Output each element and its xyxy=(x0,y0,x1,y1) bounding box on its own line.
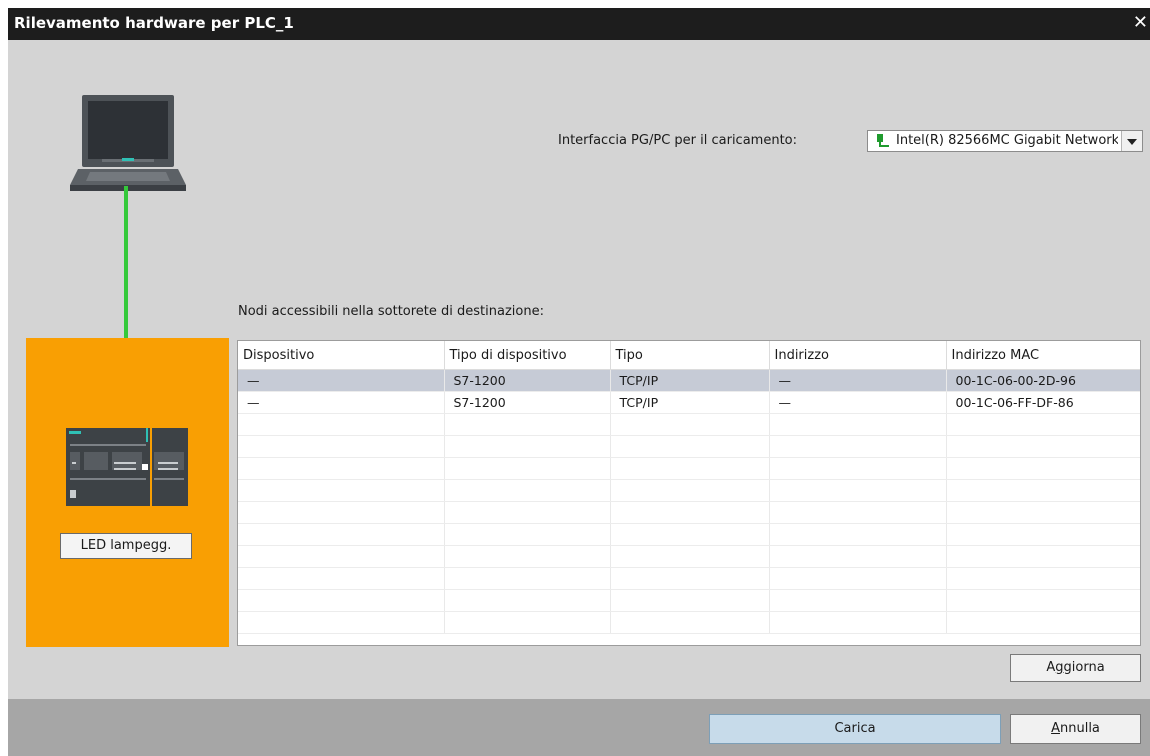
table-row-empty xyxy=(238,435,1140,458)
column-header-mac-address[interactable]: Indirizzo MAC xyxy=(946,341,1140,370)
table-row-empty xyxy=(238,479,1140,502)
accessible-nodes-table: Dispositivo Tipo di dispositivo Tipo Ind… xyxy=(237,340,1141,646)
column-header-device[interactable]: Dispositivo xyxy=(238,341,445,370)
pg-pc-interface-select[interactable]: Intel(R) 82566MC Gigabit Network Connect… xyxy=(867,130,1143,152)
title-bar: Rilevamento hardware per PLC_1 ✕ xyxy=(8,8,1150,40)
table-row-empty xyxy=(238,567,1140,590)
cell-address: — xyxy=(769,369,947,392)
refresh-label-part: A xyxy=(1046,660,1056,675)
network-adapter-icon xyxy=(877,134,889,147)
cell-device-type: S7-1200 xyxy=(444,369,611,392)
flash-led-button[interactable]: LED lampegg. xyxy=(60,533,192,559)
cell-address: — xyxy=(769,391,947,414)
cell-mac-address: 00-1C-06-00-2D-96 xyxy=(946,369,1140,392)
cell-type: TCP/IP xyxy=(610,369,770,392)
cell-device: — xyxy=(238,369,445,392)
load-button[interactable]: Carica xyxy=(709,714,1001,744)
table-row-empty xyxy=(238,611,1140,634)
table-row-empty xyxy=(238,457,1140,480)
cell-device: — xyxy=(238,391,445,414)
column-header-device-type[interactable]: Tipo di dispositivo xyxy=(444,341,611,370)
laptop-icon xyxy=(70,95,186,191)
pg-pc-interface-value: Intel(R) 82566MC Gigabit Network Connect… xyxy=(896,133,1118,148)
cancel-button[interactable]: Annulla xyxy=(1010,714,1141,744)
column-header-address[interactable]: Indirizzo xyxy=(769,341,947,370)
refresh-label-part: giorna xyxy=(1063,660,1105,675)
table-row-empty xyxy=(238,589,1140,612)
dialog-title: Rilevamento hardware per PLC_1 xyxy=(14,14,294,32)
cell-device-type: S7-1200 xyxy=(444,391,611,414)
cancel-accelerator-key: A xyxy=(1051,721,1060,736)
table-row-empty xyxy=(238,523,1140,546)
target-device-panel: LED lampegg. xyxy=(26,338,229,647)
table-row-empty xyxy=(238,501,1140,524)
refresh-button[interactable]: Aggiorna xyxy=(1010,654,1141,682)
table-row[interactable]: — S7-1200 TCP/IP — 00-1C-06-00-2D-96 xyxy=(238,369,1140,392)
table-row-empty xyxy=(238,413,1140,436)
table-row-empty xyxy=(238,545,1140,568)
refresh-accelerator-key: g xyxy=(1055,660,1064,675)
close-icon[interactable]: ✕ xyxy=(1133,12,1148,33)
accessible-nodes-label: Nodi accessibili nella sottorete di dest… xyxy=(238,304,544,319)
table-header-row: Dispositivo Tipo di dispositivo Tipo Ind… xyxy=(238,341,1140,370)
cancel-label-part: nnulla xyxy=(1059,721,1100,736)
cell-type: TCP/IP xyxy=(610,391,770,414)
cell-mac-address: 00-1C-06-FF-DF-86 xyxy=(946,391,1140,414)
table-row[interactable]: — S7-1200 TCP/IP — 00-1C-06-FF-DF-86 xyxy=(238,391,1140,414)
plc-s7-1200-icon xyxy=(66,428,188,506)
hardware-detection-dialog: Rilevamento hardware per PLC_1 ✕ LED lam… xyxy=(8,8,1150,756)
chevron-down-icon[interactable] xyxy=(1121,131,1142,151)
dialog-footer: Carica Annulla xyxy=(8,699,1150,756)
column-header-type[interactable]: Tipo xyxy=(610,341,770,370)
pg-pc-interface-label: Interfaccia PG/PC per il caricamento: xyxy=(558,133,798,148)
